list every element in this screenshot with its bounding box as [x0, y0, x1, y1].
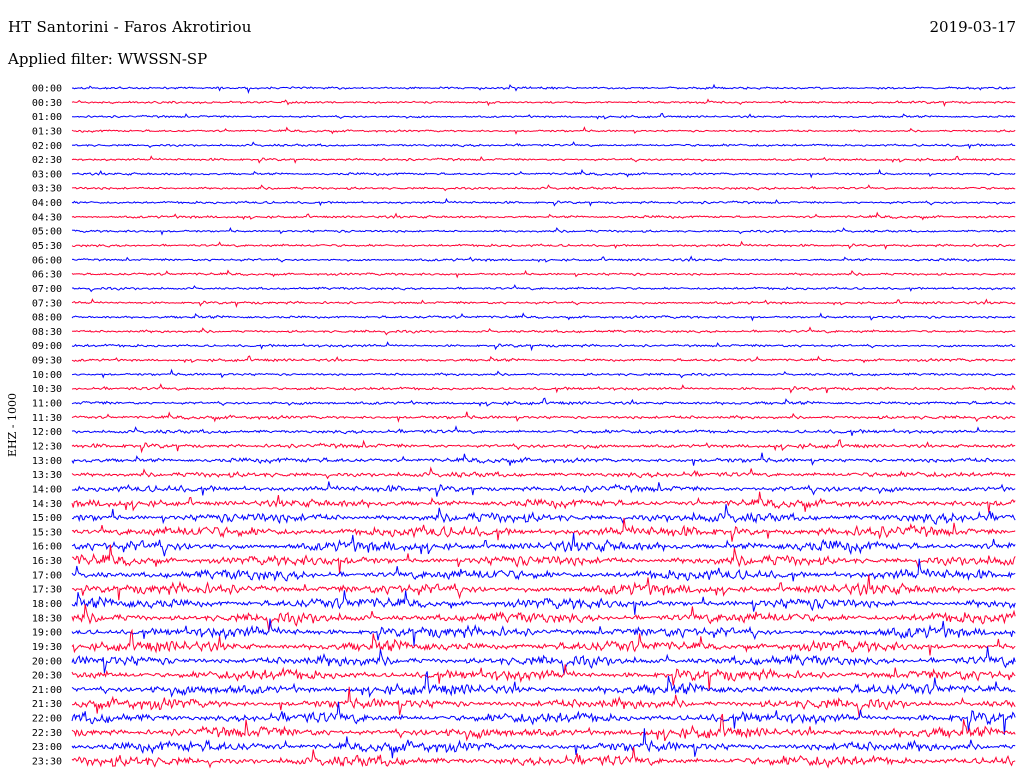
time-tick-label: 09:00	[32, 341, 62, 352]
seismic-trace-row	[71, 438, 1016, 454]
seismic-trace-row	[71, 397, 1016, 407]
seismic-trace-row	[71, 312, 1016, 322]
time-tick-label: 09:30	[32, 356, 62, 367]
seismic-trace-row	[71, 284, 1016, 293]
time-tick-label: 06:30	[32, 270, 62, 281]
seismic-trace-row	[71, 255, 1016, 263]
seismic-trace-row	[71, 517, 1016, 542]
time-tick-label: 21:30	[32, 699, 62, 710]
time-tick-label: 11:30	[32, 413, 62, 424]
time-tick-label: 20:30	[32, 671, 62, 682]
time-tick-label: 10:30	[32, 384, 62, 395]
station-title: HT Santorini - Faros Akrotiriou	[8, 18, 252, 36]
seismic-trace-row	[71, 269, 1016, 279]
time-tick-label: 07:30	[32, 298, 62, 309]
seismic-trace-row	[71, 604, 1016, 632]
time-tick-label: 04:00	[32, 198, 62, 209]
time-tick-label: 12:00	[32, 427, 62, 438]
time-tick-label: 21:00	[32, 685, 62, 696]
time-tick-label: 03:00	[32, 169, 62, 180]
time-tick-label: 16:30	[32, 556, 62, 567]
time-tick-label: 17:30	[32, 585, 62, 596]
time-tick-label: 15:00	[32, 513, 62, 524]
time-tick-label: 18:30	[32, 613, 62, 624]
time-tick-label: 05:00	[32, 227, 62, 238]
seismic-trace-row	[71, 747, 1016, 769]
seismic-trace-row	[71, 504, 1016, 526]
seismic-trace-row	[71, 544, 1016, 575]
seismic-trace-row	[71, 184, 1016, 192]
seismic-trace-row	[71, 341, 1016, 352]
channel-label: EHZ - 1000	[6, 393, 19, 457]
seismic-trace-row	[71, 686, 1016, 718]
seismic-trace-row	[71, 211, 1016, 221]
seismic-trace-row	[71, 240, 1016, 250]
time-tick-label: 06:00	[32, 255, 62, 266]
time-tick-label: 11:00	[32, 399, 62, 410]
seismic-trace-row	[71, 574, 1016, 601]
time-tick-label: 02:30	[32, 155, 62, 166]
seismic-trace-row	[71, 532, 1016, 557]
time-tick-label: 04:30	[32, 212, 62, 223]
seismic-trace-row	[71, 98, 1016, 108]
seismic-trace-row	[71, 491, 1016, 513]
seismic-trace-row	[71, 141, 1016, 150]
helicorder-plot: 00:00 00:30 01:00 01:30 02:00 02:30 03:00 03:30…	[6, 83, 1016, 769]
time-tick-label: 15:30	[32, 527, 62, 538]
time-tick-label: 00:00	[32, 84, 62, 95]
plot-date: 2019-03-17	[929, 18, 1016, 36]
seismic-trace-row	[71, 155, 1016, 164]
applied-filter: Applied filter: WWSSN-SP	[8, 50, 208, 68]
seismic-trace-row	[71, 618, 1016, 646]
time-tick-label: 19:00	[32, 628, 62, 639]
seismic-trace-row	[71, 646, 1016, 675]
time-tick-labels: 00:00 00:30 01:00 01:30 02:00 02:30 03:00 03:30…	[32, 84, 62, 768]
time-tick-label: 23:00	[32, 742, 62, 753]
seismic-trace-row	[71, 197, 1016, 207]
seismic-trace-row	[71, 355, 1016, 364]
time-tick-label: 23:30	[32, 757, 62, 768]
time-tick-label: 13:30	[32, 470, 62, 481]
time-tick-label: 19:30	[32, 642, 62, 653]
time-tick-label: 08:00	[32, 313, 62, 324]
time-tick-label: 17:00	[32, 570, 62, 581]
seismic-trace-row	[71, 168, 1016, 179]
time-tick-label: 22:30	[32, 728, 62, 739]
time-tick-label: 01:00	[32, 112, 62, 123]
seismic-traces	[71, 83, 1016, 769]
time-tick-label: 01:30	[32, 126, 62, 137]
time-tick-label: 20:00	[32, 656, 62, 667]
seismic-trace-row	[71, 126, 1016, 135]
time-tick-label: 02:00	[32, 141, 62, 152]
time-tick-label: 14:00	[32, 484, 62, 495]
seismic-trace-row	[71, 368, 1016, 379]
time-tick-label: 00:30	[32, 98, 62, 109]
time-tick-label: 10:00	[32, 370, 62, 381]
seismic-trace-row	[71, 466, 1016, 480]
time-tick-label: 18:00	[32, 599, 62, 610]
seismic-trace-row	[71, 326, 1016, 336]
seismic-trace-row	[71, 383, 1016, 394]
seismic-trace-row	[71, 411, 1016, 423]
time-tick-label: 22:00	[32, 714, 62, 725]
seismic-trace-row	[71, 425, 1016, 436]
seismic-trace-row	[71, 83, 1016, 94]
time-tick-label: 14:30	[32, 499, 62, 510]
time-tick-label: 13:00	[32, 456, 62, 467]
seismic-trace-row	[72, 112, 1016, 120]
time-tick-label: 07:00	[32, 284, 62, 295]
time-tick-label: 12:30	[32, 441, 62, 452]
seismic-trace-row	[71, 452, 1016, 466]
seismic-trace-row	[71, 298, 1016, 308]
seismic-trace-row	[71, 481, 1016, 497]
time-tick-label: 08:30	[32, 327, 62, 338]
seismic-trace-row	[71, 226, 1016, 236]
time-tick-label: 05:30	[32, 241, 62, 252]
time-tick-label: 16:00	[32, 542, 62, 553]
time-tick-label: 03:30	[32, 184, 62, 195]
